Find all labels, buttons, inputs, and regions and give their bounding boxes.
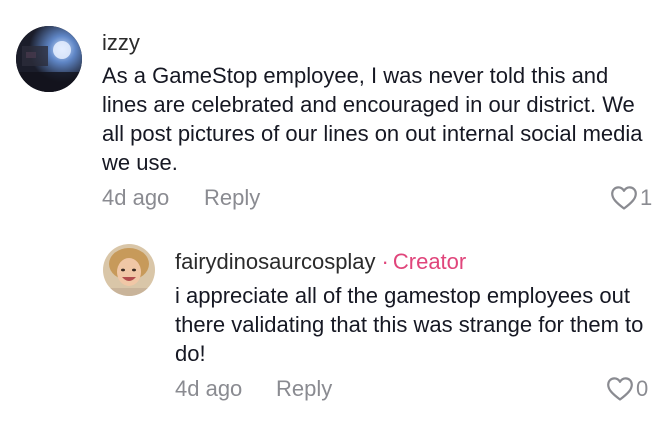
heart-icon	[607, 377, 633, 401]
reply-username-text: fairydinosaurcosplay	[175, 249, 376, 274]
heart-icon	[611, 186, 637, 210]
creator-avatar[interactable]	[103, 244, 155, 296]
comment-item: izzy As a GameStop employee, I was never…	[0, 0, 661, 230]
comment-timestamp: 4d ago	[102, 185, 170, 210]
creator-avatar-icon	[103, 244, 155, 296]
reply-button[interactable]: Reply	[276, 376, 332, 402]
reply-text: i appreciate all of the gamestop employe…	[175, 283, 644, 366]
user-avatar[interactable]	[16, 26, 82, 92]
reply-item: fairydinosaurcosplay · Creator i appreciat…	[0, 230, 661, 426]
like-count: 1	[640, 185, 653, 210]
like-button[interactable]: 0	[606, 376, 648, 402]
reply-username[interactable]: fairydinosaurcosplay · Creator	[175, 249, 466, 275]
creator-badge: Creator	[392, 249, 467, 274]
like-button[interactable]: 1	[610, 185, 652, 211]
reply-timestamp: 4d ago	[175, 376, 243, 401]
like-count: 0	[636, 376, 649, 401]
reply-button[interactable]: Reply	[204, 185, 260, 211]
user-avatar-icon	[16, 26, 82, 92]
creator-separator: ·	[381, 249, 389, 274]
comment-text: As a GameStop employee, I was never told…	[102, 63, 643, 175]
comment-username[interactable]: izzy	[102, 30, 140, 56]
